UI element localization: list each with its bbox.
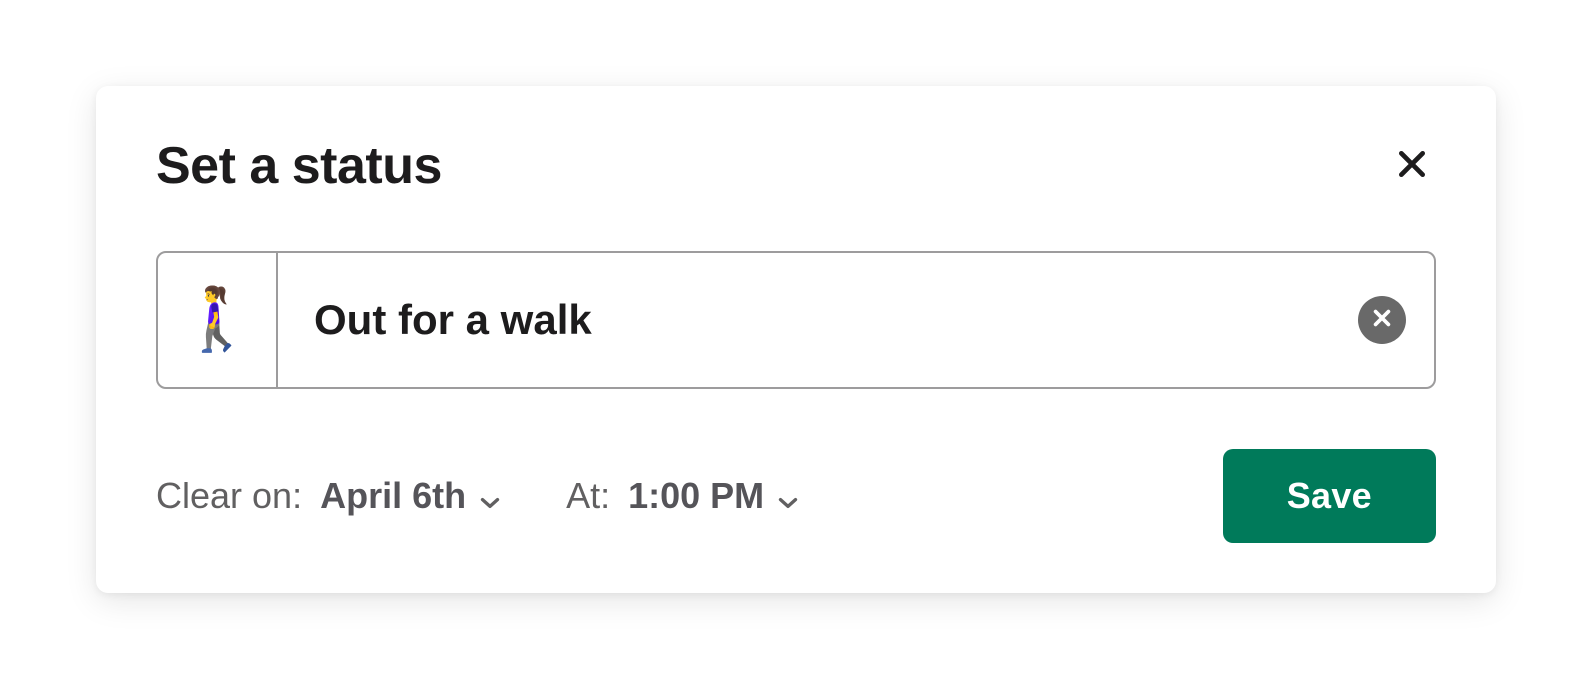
- clear-date-value: April 6th: [320, 475, 466, 517]
- clear-date-dropdown[interactable]: April 6th: [320, 475, 500, 517]
- chevron-down-icon: [480, 493, 500, 513]
- clear-time-value: 1:00 PM: [628, 475, 764, 517]
- x-circle-icon: [1371, 307, 1393, 332]
- set-status-modal: Set a status 🚶‍♀️ Clear on: April 6th: [96, 86, 1496, 593]
- status-emoji-picker[interactable]: 🚶‍♀️: [158, 253, 278, 387]
- chevron-down-icon: [778, 493, 798, 513]
- clear-status-button[interactable]: [1358, 296, 1406, 344]
- modal-title: Set a status: [156, 136, 442, 196]
- walking-person-icon: 🚶‍♀️: [178, 283, 255, 356]
- clear-schedule-controls: Clear on: April 6th At: 1:00 PM: [156, 475, 798, 517]
- clear-time-dropdown[interactable]: 1:00 PM: [628, 475, 798, 517]
- clear-on-label: Clear on:: [156, 475, 302, 517]
- modal-header: Set a status: [156, 136, 1436, 196]
- clear-at-label: At:: [566, 475, 610, 517]
- close-icon: [1396, 148, 1428, 183]
- close-button[interactable]: [1388, 140, 1436, 191]
- save-button[interactable]: Save: [1223, 449, 1436, 543]
- modal-footer: Clear on: April 6th At: 1:00 PM Save: [156, 449, 1436, 543]
- status-text-input[interactable]: [278, 253, 1358, 387]
- status-input-row: 🚶‍♀️: [156, 251, 1436, 389]
